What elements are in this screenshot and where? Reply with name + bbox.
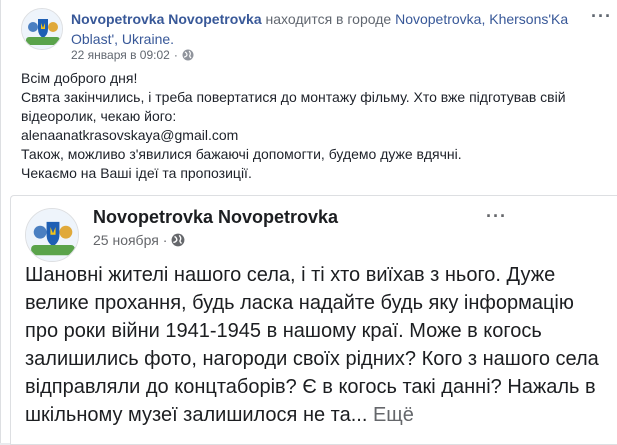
post-meta: 22 января в 09:02 · (71, 48, 194, 62)
avatar[interactable] (21, 8, 63, 50)
shared-post-body: Шановні жителі нашого села, і ті хто виї… (25, 264, 599, 426)
post-options-icon[interactable]: ··· (591, 6, 612, 27)
shared-author-name-link[interactable]: Novopetrovka Novopetrovka (93, 207, 338, 228)
location-prefix: находится в городе (265, 11, 392, 27)
see-more-link[interactable]: Ещё (373, 404, 414, 426)
shared-post-text: Шановні жителі нашого села, і ті хто виї… (25, 261, 610, 429)
author-name-link[interactable]: Novopetrovka Novopetrovka (71, 11, 262, 27)
post-body-text: Всім доброго дня! Свята закінчились, і т… (21, 70, 566, 181)
shared-post[interactable]: Novopetrovka Novopetrovka 25 ноября · ··… (10, 195, 617, 445)
shared-post-meta: 25 ноября · (93, 232, 185, 248)
globe-icon[interactable] (171, 233, 185, 247)
shared-meta-separator: · (162, 232, 168, 248)
post-header-line: Novopetrovka Novopetrovka находится в го… (71, 9, 591, 49)
shared-avatar[interactable] (25, 208, 79, 262)
shared-avatar-logo-icon (26, 209, 78, 261)
timestamp-link[interactable]: 22 января в 09:02 (71, 48, 170, 62)
globe-icon[interactable] (182, 49, 194, 61)
shared-timestamp-link[interactable]: 25 ноября (93, 232, 159, 248)
avatar-logo-icon (22, 9, 62, 49)
shared-options-icon[interactable]: ··· (486, 206, 507, 227)
post-header: Novopetrovka Novopetrovka находится в го… (21, 6, 612, 62)
meta-separator: · (173, 48, 178, 62)
post-card: Novopetrovka Novopetrovka находится в го… (0, 0, 617, 445)
